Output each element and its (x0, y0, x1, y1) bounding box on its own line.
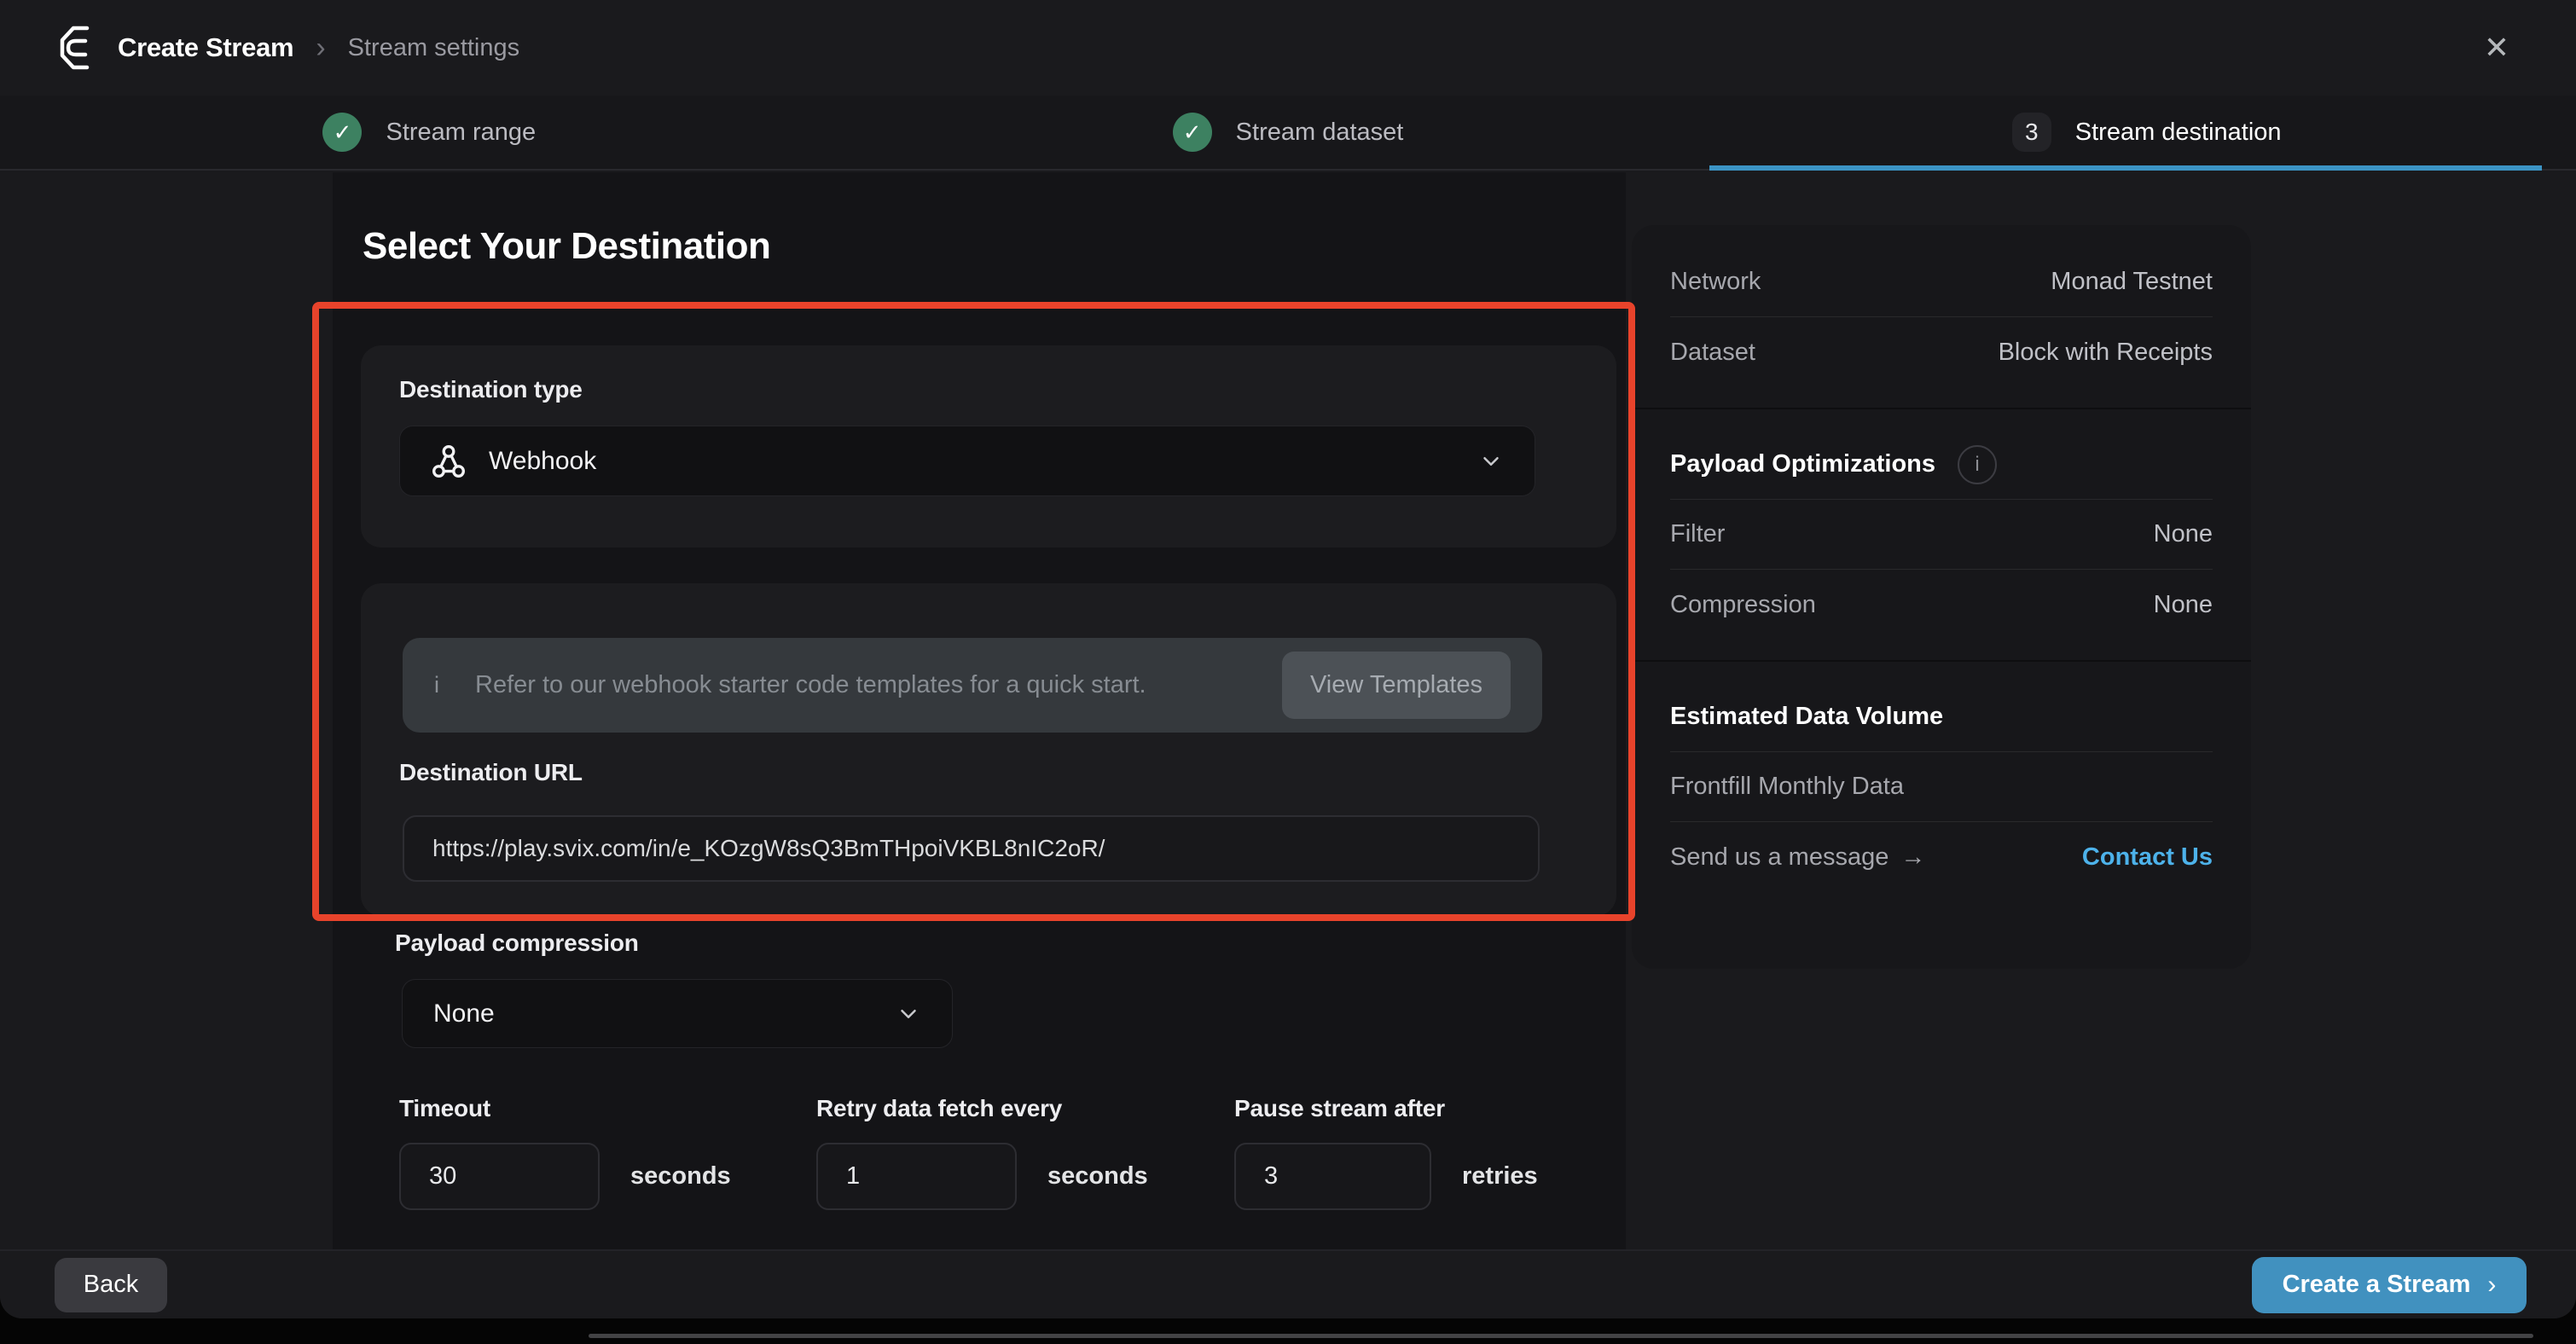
destination-url-input[interactable] (403, 815, 1540, 882)
timeout-group: Timeout seconds (399, 1095, 731, 1210)
window-edge-highlight (589, 1334, 2533, 1338)
check-icon: ✓ (322, 113, 362, 152)
timeout-input[interactable] (399, 1143, 600, 1210)
step-label: Stream destination (2075, 119, 2282, 147)
banner-text: Refer to our webhook starter code templa… (475, 671, 1146, 699)
step-stream-range[interactable]: ✓ Stream range (0, 96, 859, 169)
retry-input[interactable] (816, 1143, 1017, 1210)
screen: Create Stream › Stream settings ✕ ✓ Stre… (0, 0, 2576, 1344)
network-label: Network (1670, 268, 1761, 296)
quicknode-logo-icon (55, 22, 96, 73)
modal-footer: Back Create a Stream › (0, 1249, 2576, 1318)
webhook-templates-banner: i Refer to our webhook starter code temp… (403, 638, 1542, 733)
modal-header: Create Stream › Stream settings ✕ (0, 0, 2576, 96)
info-icon[interactable]: i (1958, 445, 1997, 484)
create-stream-label: Create a Stream (2283, 1271, 2471, 1299)
payload-optimizations-title: Payload Optimizations (1670, 450, 1935, 478)
dataset-value: Block with Receipts (1999, 339, 2213, 367)
compression-value: None (2154, 591, 2213, 619)
summary-panel: Network Monad Testnet Dataset Block with… (1632, 225, 2251, 969)
step-stream-destination[interactable]: 3 Stream destination (1717, 96, 2576, 169)
network-value: Monad Testnet (2051, 268, 2213, 296)
retry-unit: seconds (1047, 1162, 1148, 1190)
destination-type-select[interactable]: Webhook (399, 426, 1535, 496)
webhook-icon (431, 443, 467, 479)
view-templates-button[interactable]: View Templates (1282, 652, 1511, 719)
payload-optimizations-header: Payload Optimizations i (1670, 430, 2213, 500)
network-row: Network Monad Testnet (1670, 247, 2213, 317)
frontfill-label: Frontfill Monthly Data (1670, 773, 1904, 801)
info-icon: i (434, 672, 439, 698)
section-heading: Select Your Destination (363, 225, 770, 268)
check-icon: ✓ (1173, 113, 1212, 152)
compression-row: Compression None (1670, 570, 2213, 640)
desktop-strip (0, 1318, 2576, 1344)
pause-label: Pause stream after (1234, 1095, 1538, 1122)
breadcrumb-chevron-icon: › (316, 32, 325, 65)
main-column: Select Your Destination Destination type… (333, 172, 1626, 1249)
retry-label: Retry data fetch every (816, 1095, 1148, 1122)
active-tab-underline (1709, 165, 2542, 171)
contact-row: Send us a message → Contact Us (1670, 822, 2213, 892)
create-stream-button[interactable]: Create a Stream › (2252, 1257, 2527, 1313)
contact-label: Send us a message (1670, 843, 1888, 872)
payload-compression-value: None (433, 999, 495, 1028)
close-icon[interactable]: ✕ (2484, 32, 2509, 63)
chevron-down-icon (1478, 449, 1504, 474)
contact-us-link[interactable]: Contact Us (2082, 843, 2213, 872)
content-area: Select Your Destination Destination type… (0, 172, 2576, 1249)
timeout-label: Timeout (399, 1095, 731, 1122)
step-label: Stream range (386, 119, 536, 147)
timeout-unit: seconds (630, 1162, 731, 1190)
estimated-volume-title: Estimated Data Volume (1670, 703, 1943, 731)
payload-compression-select[interactable]: None (402, 979, 953, 1048)
destination-type-label: Destination type (399, 376, 583, 403)
filter-label: Filter (1670, 520, 1725, 548)
pause-unit: retries (1462, 1162, 1538, 1190)
filter-value: None (2154, 520, 2213, 548)
step-number-badge: 3 (2012, 113, 2051, 152)
destination-url-label: Destination URL (399, 759, 583, 786)
frontfill-row: Frontfill Monthly Data (1670, 752, 2213, 822)
filter-row: Filter None (1670, 500, 2213, 570)
stepper: ✓ Stream range ✓ Stream dataset 3 Stream… (0, 96, 2576, 171)
arrow-right-icon: → (1900, 843, 1925, 872)
estimated-volume-header: Estimated Data Volume (1670, 682, 2213, 752)
destination-type-value: Webhook (489, 447, 596, 476)
destination-url-card: i Refer to our webhook starter code temp… (361, 583, 1616, 916)
step-label: Stream dataset (1236, 119, 1404, 147)
dataset-label: Dataset (1670, 339, 1755, 367)
chevron-right-icon: › (2487, 1271, 2496, 1300)
section-divider (1632, 660, 2251, 662)
payload-compression-label: Payload compression (395, 930, 639, 957)
chevron-down-icon (896, 1001, 921, 1027)
pause-group: Pause stream after retries (1234, 1095, 1538, 1210)
page-title: Create Stream (118, 32, 293, 63)
destination-type-card: Destination type Webhook (361, 345, 1616, 547)
retry-group: Retry data fetch every seconds (816, 1095, 1148, 1210)
step-stream-dataset[interactable]: ✓ Stream dataset (859, 96, 1718, 169)
breadcrumb: Stream settings (348, 34, 519, 62)
compression-label: Compression (1670, 591, 1816, 619)
section-divider (1632, 408, 2251, 409)
back-button[interactable]: Back (55, 1258, 167, 1312)
pause-input[interactable] (1234, 1143, 1431, 1210)
dataset-row: Dataset Block with Receipts (1670, 317, 2213, 387)
create-stream-modal: Create Stream › Stream settings ✕ ✓ Stre… (0, 0, 2576, 1318)
